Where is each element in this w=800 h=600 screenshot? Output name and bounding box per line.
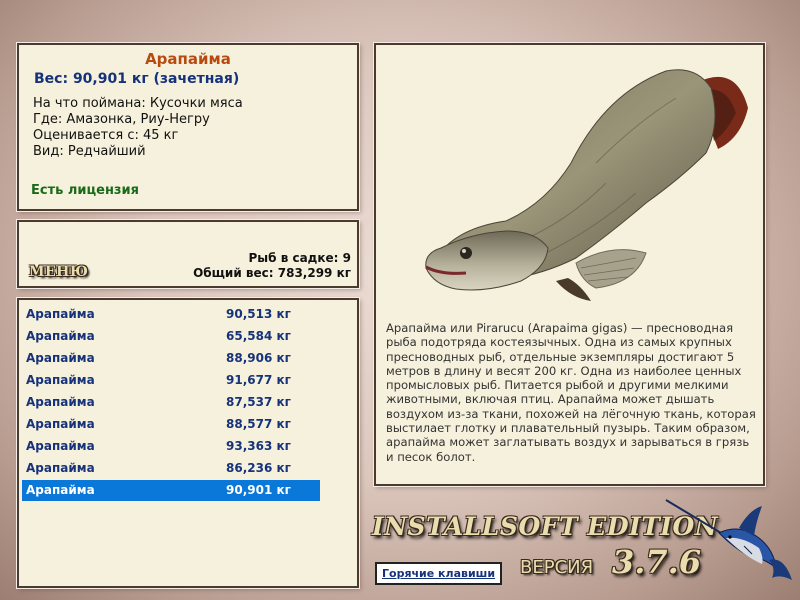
- catch-item-weight: 65,584 кг: [226, 329, 291, 343]
- license-status: Есть лицензия: [31, 183, 139, 198]
- catch-item-name: Арапайма: [26, 307, 95, 321]
- catch-list-item[interactable]: Арапайма 93,363 кг: [22, 436, 320, 457]
- fish-info-panel: Арапайма Вес: 90,901 кг (зачетная) На чт…: [17, 43, 359, 211]
- fish-weight: Вес: 90,901 кг (зачетная): [34, 71, 240, 87]
- catch-item-name: Арапайма: [26, 373, 95, 387]
- catch-item-weight: 90,901 кг: [226, 483, 291, 497]
- rarity-info: Вид: Редчайший: [33, 144, 146, 159]
- location-info: Где: Амазонка, Риу-Негру: [33, 112, 210, 127]
- catch-item-weight: 91,677 кг: [226, 373, 291, 387]
- fish-title: Арапайма: [145, 50, 231, 68]
- catch-list-item[interactable]: Арапайма 90,513 кг: [22, 304, 320, 325]
- catch-item-name: Арапайма: [26, 461, 95, 475]
- cage-total-weight: Общий вес: 783,299 кг: [193, 266, 351, 280]
- hotkeys-button[interactable]: Горячие клавиши: [375, 562, 503, 585]
- fish-description-panel: Арапайма или Pirarucu (Arapaima gigas) —…: [374, 43, 765, 486]
- catch-list-item[interactable]: Арапайма 91,677 кг: [22, 370, 320, 391]
- catch-list-item[interactable]: Арапайма 65,584 кг: [22, 326, 320, 347]
- version-label: ВЕРСИЯ: [520, 557, 594, 578]
- fish-description-text: Арапайма или Pirarucu (Arapaima gigas) —…: [386, 321, 756, 464]
- catch-item-name: Арапайма: [26, 395, 95, 409]
- catch-item-name: Арапайма: [26, 417, 95, 431]
- fishing-game-screen: { "fish": { "title": "Арапайма", "weight…: [0, 0, 800, 600]
- bait-info: На что поймана: Кусочки мяса: [33, 96, 243, 111]
- catch-item-name: Арапайма: [26, 351, 95, 365]
- catch-item-weight: 88,906 кг: [226, 351, 291, 365]
- catch-item-name: Арапайма: [26, 439, 95, 453]
- catch-list-item[interactable]: Арапайма 88,577 кг: [22, 414, 320, 435]
- catch-item-weight: 87,537 кг: [226, 395, 291, 409]
- arapaima-fish-picture: [425, 69, 748, 301]
- catch-item-name: Арапайма: [26, 329, 95, 343]
- catch-item-weight: 88,577 кг: [226, 417, 291, 431]
- catch-list-item[interactable]: Арапайма 88,906 кг: [22, 348, 320, 369]
- menu-button[interactable]: МЕНЮ: [29, 264, 88, 280]
- catch-list-item[interactable]: Арапайма 87,537 кг: [22, 392, 320, 413]
- catch-item-weight: 93,363 кг: [226, 439, 291, 453]
- valued-from-info: Оценивается с: 45 кг: [33, 128, 179, 143]
- catch-list-panel: Арапайма 90,513 кг Арапайма 65,584 кг Ар…: [17, 298, 359, 588]
- cage-summary-panel: МЕНЮ Рыб в садке: 9 Общий вес: 783,299 к…: [17, 220, 359, 288]
- catch-item-weight: 86,236 кг: [226, 461, 291, 475]
- catch-list-item[interactable]: Арапайма 86,236 кг: [22, 458, 320, 479]
- catch-list-item-selected[interactable]: Арапайма 90,901 кг: [22, 480, 320, 501]
- catch-item-name: Арапайма: [26, 483, 95, 497]
- marlin-logo: [665, 499, 792, 580]
- catch-item-weight: 90,513 кг: [226, 307, 291, 321]
- cage-fish-count: Рыб в садке: 9: [248, 251, 352, 265]
